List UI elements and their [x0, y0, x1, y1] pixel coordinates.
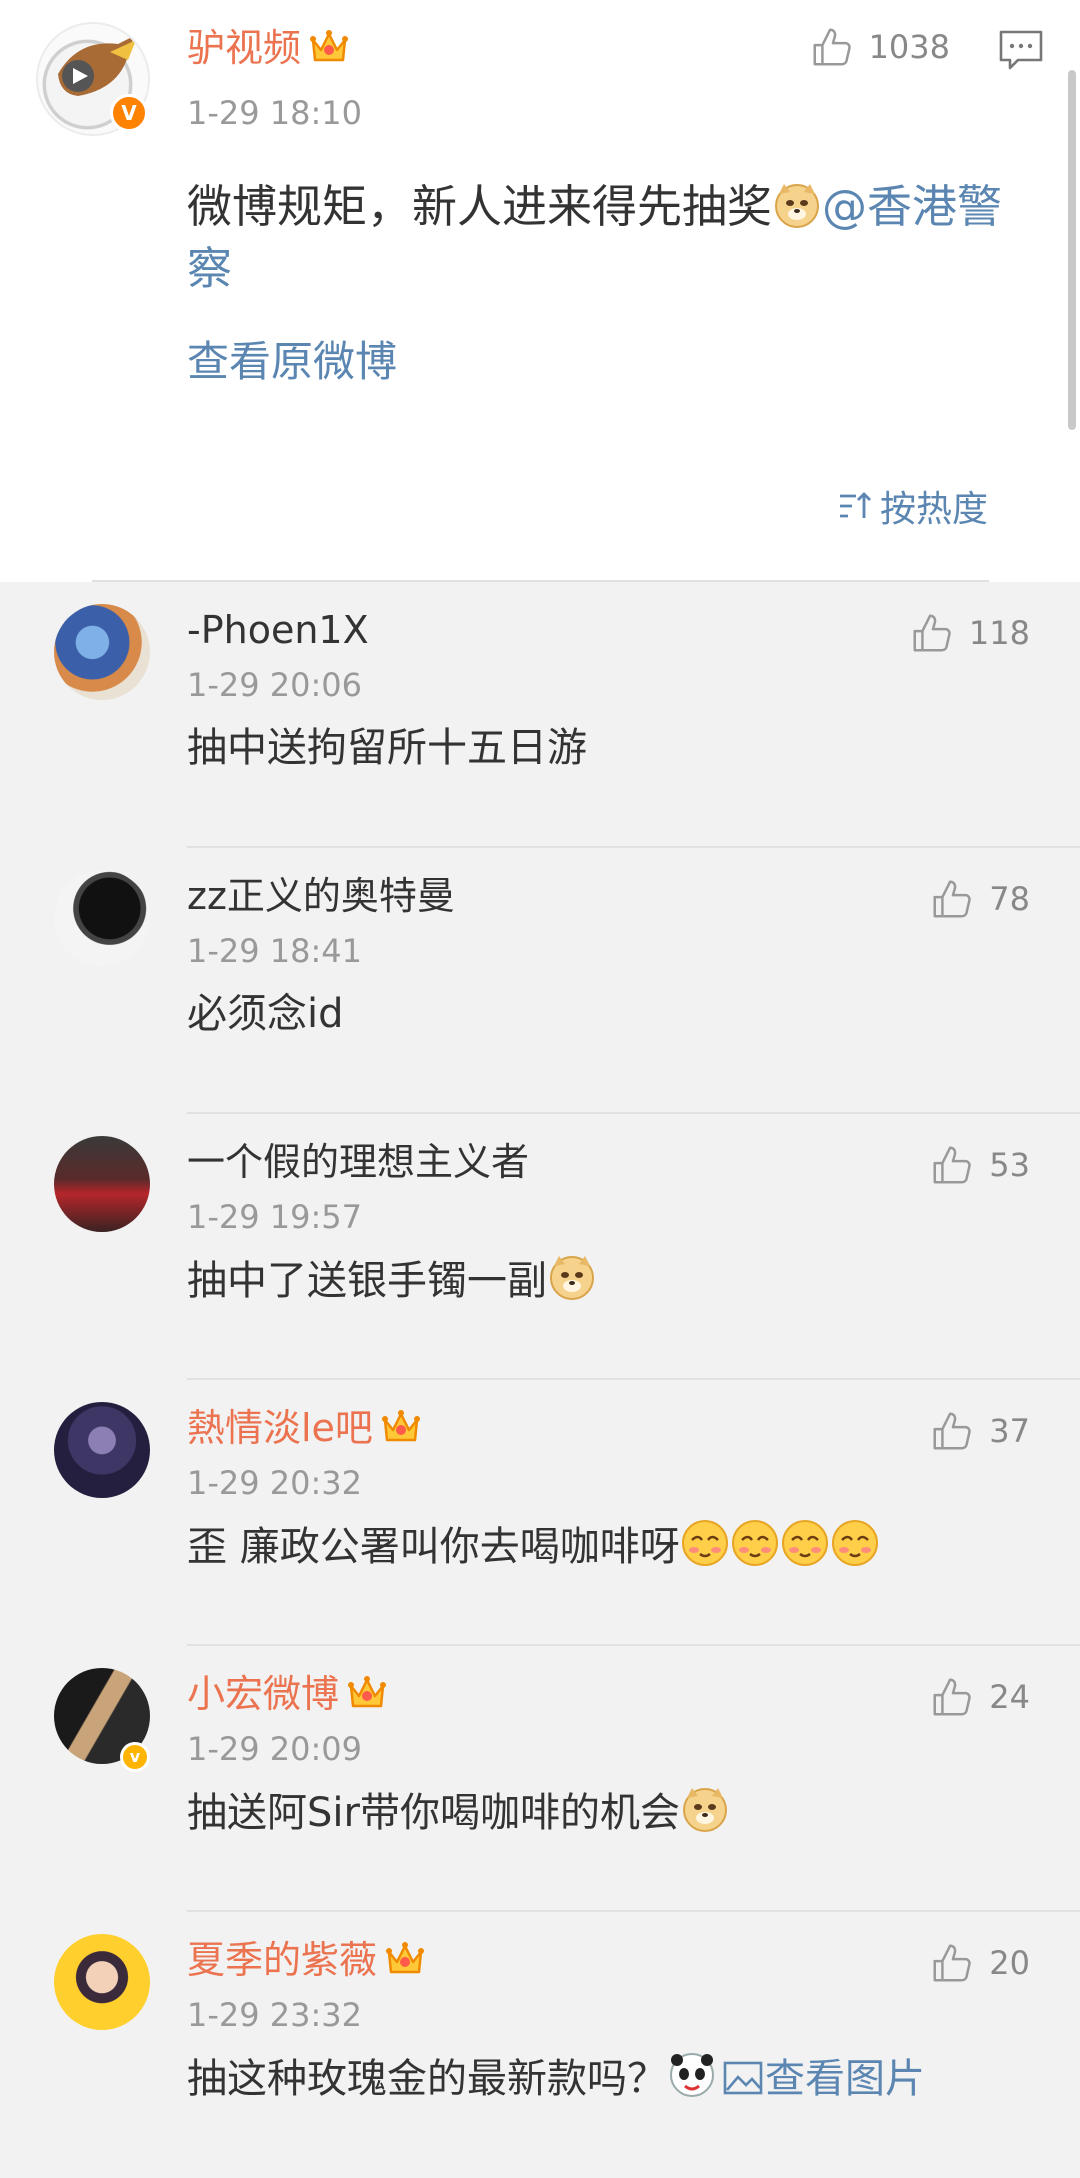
comment-text: 歪 廉政公署叫你去喝咖啡呀 — [187, 1518, 1057, 1575]
comment-like-count: 20 — [989, 1944, 1030, 1982]
thumbs-up-icon — [929, 876, 975, 922]
comment-icon[interactable] — [998, 28, 1044, 72]
thumbs-up-icon — [929, 1408, 975, 1454]
comment-like-count: 118 — [968, 614, 1030, 652]
comment-text: 抽中送拘留所十五日游 — [187, 725, 587, 771]
commenter-name[interactable]: zz正义的奥特曼 — [187, 874, 455, 918]
thumbs-up-icon — [929, 1674, 975, 1720]
comment-like-count: 24 — [989, 1678, 1030, 1716]
commenter-avatar[interactable] — [54, 1934, 150, 2030]
comment-time: 1-29 18:41 — [187, 932, 363, 970]
panda-emoji — [670, 2053, 714, 2097]
verified-badge: V — [110, 94, 148, 132]
sort-by-hot-button[interactable]: 按热度 — [838, 480, 988, 532]
thumbs-up-icon — [909, 610, 955, 656]
thumbs-up-icon — [929, 1142, 975, 1188]
comment-like-count: 78 — [989, 880, 1030, 918]
crown-icon — [309, 28, 349, 66]
comment-like-button[interactable]: 53 — [929, 1142, 1030, 1188]
comment-like-button[interactable]: 78 — [929, 876, 1030, 922]
comment-like-button[interactable]: 37 — [929, 1408, 1030, 1454]
comment-item[interactable]: 夏季的紫薇 1-29 23:32 20 抽这种玫瑰金的最新款吗？ 查看图片 — [0, 1912, 1080, 2178]
scrollbar[interactable] — [1068, 70, 1076, 430]
comment-like-button[interactable]: 24 — [929, 1674, 1030, 1720]
comment-item[interactable]: 熱情淡le吧 1-29 20:32 37 歪 廉政公署叫你去喝咖啡呀 — [0, 1380, 1080, 1646]
crown-icon — [381, 1408, 421, 1446]
comment-item[interactable]: zz正义的奥特曼 1-29 18:41 78 必须念id — [0, 848, 1080, 1114]
crown-icon — [385, 1940, 425, 1978]
comment-like-count: 53 — [989, 1146, 1030, 1184]
commenter-name[interactable]: 小宏微博 — [187, 1672, 387, 1716]
doge-emoji — [547, 1252, 597, 1302]
verified-badge: v — [120, 1742, 150, 1772]
commenter-name[interactable]: -Phoen1X — [187, 608, 369, 652]
commenter-name[interactable]: 熱情淡le吧 — [187, 1406, 421, 1450]
commenter-avatar[interactable] — [54, 604, 150, 700]
doge-emoji — [772, 180, 822, 230]
commenter-avatar[interactable] — [54, 1402, 150, 1498]
doge-emoji — [680, 1784, 730, 1834]
comment-like-button[interactable]: 20 — [929, 1940, 1030, 1986]
commenter-name[interactable]: 一个假的理想主义者 — [187, 1140, 529, 1184]
comment-text: 抽这种玫瑰金的最新款吗？ 查看图片 — [187, 2050, 1057, 2107]
comment-time: 1-29 20:32 — [187, 1464, 363, 1502]
comment-time: 1-29 20:06 — [187, 666, 363, 704]
thumbs-up-icon — [929, 1940, 975, 1986]
image-icon — [723, 2061, 763, 2095]
post-like-button[interactable]: 1038 — [809, 24, 950, 70]
comment-like-button[interactable]: 118 — [909, 610, 1030, 656]
commenter-avatar[interactable] — [54, 870, 150, 966]
shy-emoji — [780, 1518, 830, 1568]
comment-like-count: 37 — [989, 1412, 1030, 1450]
commenter-name[interactable]: 夏季的紫薇 — [187, 1938, 425, 1982]
comment-time: 1-29 20:09 — [187, 1730, 363, 1768]
crown-icon — [347, 1674, 387, 1712]
shy-emoji — [730, 1518, 780, 1568]
commenter-avatar[interactable] — [54, 1136, 150, 1232]
post-author-name[interactable]: 驴视频 — [187, 26, 349, 70]
thumbs-up-icon — [809, 24, 855, 70]
comment-text: 必须念id — [187, 991, 344, 1037]
view-image-link[interactable]: 查看图片 — [717, 2056, 925, 2102]
comment-item[interactable]: -Phoen1X 1-29 20:06 118 抽中送拘留所十五日游 — [0, 582, 1080, 848]
view-original-link[interactable]: 查看原微博 — [187, 336, 397, 388]
shy-emoji — [830, 1518, 880, 1568]
shy-emoji — [680, 1518, 730, 1568]
post-text: 微博规矩，新人进来得先抽奖 @香港警察 — [187, 180, 1003, 295]
comment-time: 1-29 19:57 — [187, 1198, 363, 1236]
post-time: 1-29 18:10 — [187, 94, 363, 132]
comment-text: 抽送阿Sir带你喝咖啡的机会 — [187, 1784, 1057, 1841]
sort-icon — [839, 492, 871, 518]
comment-item[interactable]: 一个假的理想主义者 1-29 19:57 53 抽中了送银手镯一副 — [0, 1114, 1080, 1380]
comment-item[interactable]: v 小宏微博 1-29 20:09 24 抽送阿Sir带你喝咖啡的机会 — [0, 1646, 1080, 1912]
comment-time: 1-29 23:32 — [187, 1996, 363, 2034]
original-post: V 驴视频 1-29 18:10 1038 微博规矩，新人进来得先抽奖 @香港警察… — [0, 0, 1080, 582]
post-like-count: 1038 — [868, 28, 950, 66]
comment-text: 抽中了送银手镯一副 — [187, 1252, 1057, 1309]
